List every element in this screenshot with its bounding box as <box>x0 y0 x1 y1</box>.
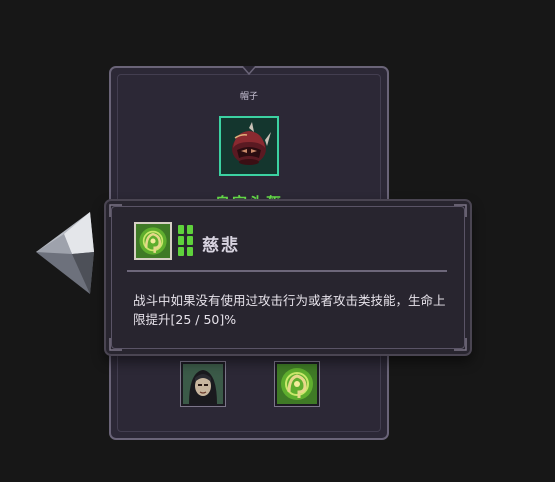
royal-helmet-icon <box>232 122 271 165</box>
equipment-slot-label: 帽子 <box>239 92 258 102</box>
green-rune-icon <box>277 364 317 404</box>
divider <box>127 270 447 272</box>
green-rune-icon <box>136 224 170 258</box>
item-slot[interactable] <box>219 116 279 176</box>
level-pip <box>187 247 193 256</box>
game-screen: 帽子 皇家头盔 <box>0 0 555 482</box>
hooded-character-icon <box>183 364 223 404</box>
skill-description: 战斗中如果没有使用过攻击行为或者攻击类技能，生命上限提升[25 / 50]% <box>133 293 446 327</box>
corner-ornament <box>454 204 467 217</box>
skill-icon-frame <box>134 222 172 260</box>
corner-ornament <box>109 204 122 217</box>
level-pip <box>187 225 193 234</box>
skill-tooltip: 慈悲 战斗中如果没有使用过攻击行为或者攻击类技能，生命上限提升[25 / 50]… <box>104 199 472 356</box>
skill-level-pips <box>178 225 194 257</box>
character-portrait-hooded[interactable] <box>181 362 225 406</box>
level-pip <box>187 236 193 245</box>
skill-title: 慈悲 <box>202 236 240 256</box>
card-notch-ornament <box>242 66 256 76</box>
corner-ornament <box>454 338 467 351</box>
level-pip <box>178 236 184 245</box>
crystal-pointer-icon <box>36 212 94 294</box>
character-portrait-rune[interactable] <box>275 362 319 406</box>
level-pip <box>178 247 184 256</box>
corner-ornament <box>109 338 122 351</box>
level-pip <box>178 225 184 234</box>
